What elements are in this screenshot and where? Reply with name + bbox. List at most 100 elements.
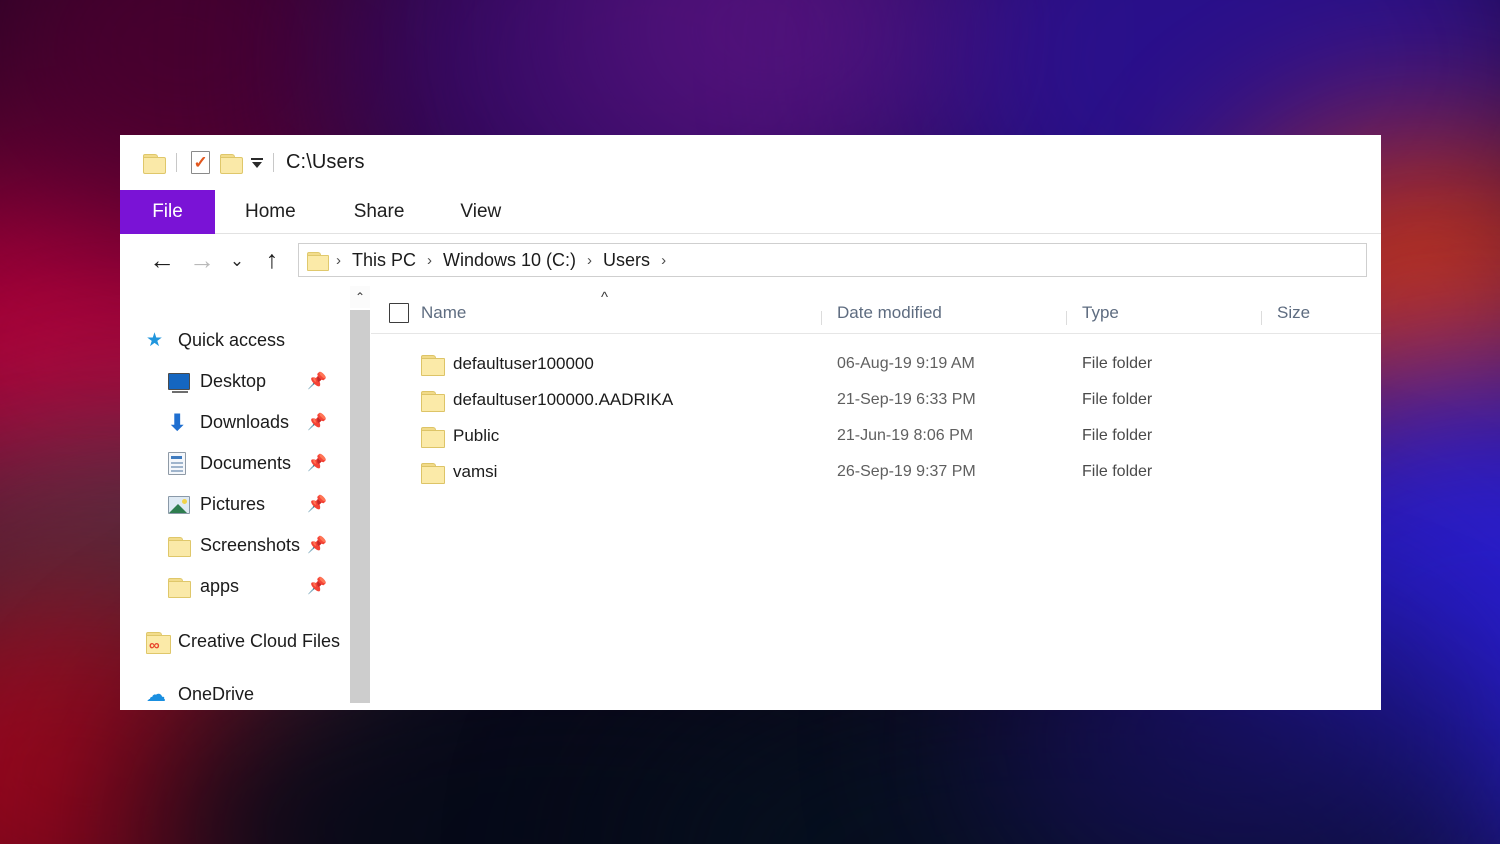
column-header-date-modified[interactable]: Date modified — [821, 303, 1066, 333]
column-header-row: ^ Name Date modified Type Size — [371, 286, 1381, 334]
breadcrumb-this-pc[interactable]: This PC — [348, 250, 420, 271]
sidebar-item-label: apps — [200, 576, 240, 596]
address-bar-row: ← → ⌄ ↑ › This PC › Windows 10 (C:) › Us… — [120, 234, 1381, 286]
sidebar-item-label: Screenshots — [200, 535, 301, 555]
file-name-cell[interactable]: defaultuser100000 — [371, 354, 821, 376]
toolbar-divider — [176, 153, 177, 172]
folder-icon — [421, 426, 445, 448]
file-list-pane: ^ Name Date modified Type Size defaultus… — [371, 286, 1381, 710]
desktop-icon — [168, 370, 194, 394]
sidebar-item-label: OneDrive — [178, 684, 255, 704]
pin-icon[interactable]: 📌 — [307, 414, 327, 431]
scroll-up-icon[interactable]: ⌃ — [350, 286, 370, 308]
recent-locations-icon[interactable]: ⌄ — [222, 240, 252, 280]
type-cell: File folder — [1082, 355, 1153, 372]
column-header-name[interactable]: Name — [371, 303, 821, 333]
address-bar[interactable]: › This PC › Windows 10 (C:) › Users › — [298, 243, 1367, 277]
pin-icon[interactable]: 📌 — [307, 578, 327, 595]
column-header-type[interactable]: Type — [1066, 303, 1261, 333]
folder-icon — [307, 251, 329, 271]
ribbon-tab-bar: File Home Share View — [120, 190, 1381, 234]
chevron-down-icon[interactable] — [249, 155, 265, 171]
folder-icon[interactable] — [138, 148, 168, 178]
breadcrumb-separator: › — [587, 251, 593, 269]
properties-icon[interactable]: ✓ — [185, 148, 215, 178]
pin-icon[interactable]: 📌 — [307, 455, 327, 472]
breadcrumb-separator: › — [661, 251, 667, 269]
sidebar-item-label: Downloads — [200, 412, 290, 432]
sidebar-item-label: Quick access — [178, 330, 286, 350]
sidebar-item-downloads[interactable]: ⬇ Downloads 📌 — [120, 402, 349, 443]
breadcrumb-users[interactable]: Users — [599, 250, 654, 271]
title-bar: ✓ C:\Users — [120, 135, 1381, 190]
creative-cloud-icon: ∞ — [146, 630, 172, 654]
file-explorer-window: ✓ C:\Users File Home Share View ← → ⌄ ↑ … — [120, 135, 1381, 710]
date-modified-cell: 06-Aug-19 9:19 AM — [837, 355, 975, 372]
downloads-icon: ⬇ — [168, 409, 187, 435]
breadcrumb-separator: › — [336, 251, 341, 269]
tab-view[interactable]: View — [432, 190, 529, 234]
date-modified-cell: 26-Sep-19 9:37 PM — [837, 463, 976, 480]
new-folder-icon[interactable] — [215, 148, 245, 178]
explorer-body: ★ Quick access Desktop 📌 ⬇ Downloads 📌 D… — [120, 286, 1381, 710]
sidebar-item-onedrive[interactable]: ☁ OneDrive — [120, 674, 349, 710]
toolbar-divider — [273, 153, 274, 172]
column-header-label: Size — [1277, 303, 1311, 322]
file-name-cell[interactable]: vamsi — [371, 462, 821, 484]
date-modified-cell: 21-Jun-19 8:06 PM — [837, 427, 974, 444]
type-cell: File folder — [1082, 463, 1153, 480]
column-header-label: Type — [1082, 303, 1119, 322]
pin-icon[interactable]: 📌 — [307, 537, 327, 554]
table-row[interactable]: defaultuser100000.AADRIKA 21-Sep-19 6:33… — [371, 382, 1381, 418]
pin-icon[interactable]: 📌 — [307, 373, 327, 390]
sidebar-item-label: Documents — [200, 453, 292, 473]
pin-icon[interactable]: 📌 — [307, 496, 327, 513]
back-icon[interactable]: ← — [142, 240, 182, 280]
table-row[interactable]: Public 21-Jun-19 8:06 PM File folder — [371, 418, 1381, 454]
forward-icon[interactable]: → — [182, 240, 222, 280]
column-header-label: Date modified — [837, 303, 942, 322]
tab-file[interactable]: File — [120, 190, 215, 234]
folder-icon — [168, 575, 194, 599]
file-name-cell[interactable]: Public — [371, 426, 821, 448]
table-row[interactable]: vamsi 26-Sep-19 9:37 PM File folder — [371, 454, 1381, 490]
file-name-cell[interactable]: defaultuser100000.AADRIKA — [371, 390, 821, 412]
sidebar-item-label: Desktop — [200, 371, 267, 391]
scrollbar-thumb[interactable] — [350, 310, 370, 703]
sidebar-item-desktop[interactable]: Desktop 📌 — [120, 361, 349, 402]
window-title: C:\Users — [286, 151, 365, 173]
date-modified-cell: 21-Sep-19 6:33 PM — [837, 391, 976, 408]
sidebar-item-quick-access[interactable]: ★ Quick access — [120, 320, 349, 361]
folder-icon — [421, 462, 445, 484]
breadcrumb-separator: › — [427, 251, 433, 269]
folder-icon — [421, 354, 445, 376]
tab-share[interactable]: Share — [326, 190, 433, 234]
breadcrumb-windows-c[interactable]: Windows 10 (C:) — [439, 250, 580, 271]
file-list-rows: defaultuser100000 06-Aug-19 9:19 AM File… — [371, 334, 1381, 490]
file-name-label: Public — [453, 426, 500, 445]
select-all-checkbox[interactable] — [389, 303, 409, 323]
pictures-icon — [168, 493, 194, 517]
sidebar-item-creative-cloud-files[interactable]: ∞ Creative Cloud Files — [120, 621, 349, 662]
star-icon: ★ — [146, 330, 164, 351]
navigation-pane: ★ Quick access Desktop 📌 ⬇ Downloads 📌 D… — [120, 286, 349, 710]
up-icon[interactable]: ↑ — [252, 240, 292, 280]
type-cell: File folder — [1082, 427, 1153, 444]
desktop-wallpaper: ✓ C:\Users File Home Share View ← → ⌄ ↑ … — [0, 0, 1500, 844]
sidebar-item-label: Pictures — [200, 494, 266, 514]
type-cell: File folder — [1082, 391, 1153, 408]
tab-home[interactable]: Home — [215, 190, 326, 234]
documents-icon — [168, 452, 194, 476]
folder-icon — [168, 534, 194, 558]
navigation-pane-scrollbar[interactable]: ⌃ — [349, 286, 371, 710]
file-name-label: vamsi — [453, 462, 498, 481]
file-name-label: defaultuser100000 — [453, 354, 594, 373]
sidebar-item-pictures[interactable]: Pictures 📌 — [120, 484, 349, 525]
table-row[interactable]: defaultuser100000 06-Aug-19 9:19 AM File… — [371, 346, 1381, 382]
column-header-size[interactable]: Size — [1261, 303, 1381, 333]
file-name-label: defaultuser100000.AADRIKA — [453, 390, 674, 409]
sidebar-item-apps[interactable]: apps 📌 — [120, 566, 349, 607]
sidebar-item-screenshots[interactable]: Screenshots 📌 — [120, 525, 349, 566]
sidebar-item-documents[interactable]: Documents 📌 — [120, 443, 349, 484]
column-header-label: Name — [421, 303, 467, 322]
